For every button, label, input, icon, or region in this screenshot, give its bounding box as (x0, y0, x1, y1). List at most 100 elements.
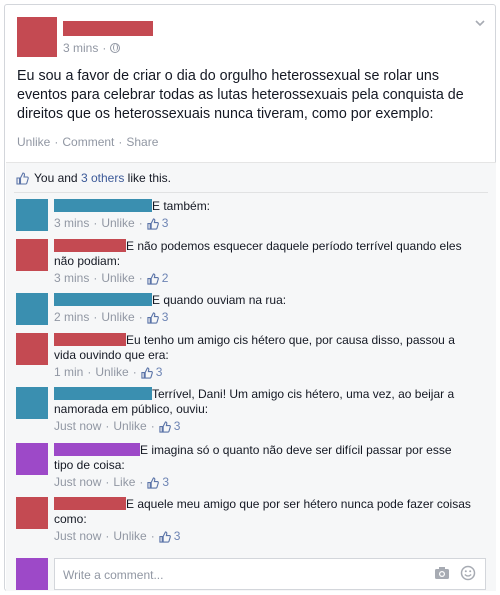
comment-like-count[interactable]: 2 (147, 271, 169, 286)
meta-separator: · (138, 310, 143, 324)
comment-meta: 3 mins · Unlike · 2 (54, 271, 474, 286)
comment-input[interactable]: Write a comment... (54, 558, 486, 590)
thumbs-up-icon (147, 311, 159, 324)
comment-like-count[interactable]: 3 (159, 419, 181, 434)
likes-others-link[interactable]: 3 others (81, 171, 124, 185)
comment-meta: Just now · Unlike · 3 (54, 419, 474, 434)
meta-separator: · (105, 419, 110, 433)
comment-text: E também: (152, 199, 211, 213)
meta-separator: · (87, 365, 92, 379)
comment-body: Eu tenho um amigo cis hétero que, por ca… (54, 333, 474, 380)
smiley-icon[interactable] (460, 565, 476, 581)
comment-like-toggle[interactable]: Unlike (101, 271, 134, 286)
commenter-avatar[interactable] (16, 239, 48, 271)
thumbs-up-icon (147, 476, 160, 489)
comment-body: E também: 3 mins · Unlike · 3 (54, 199, 474, 231)
comment-body: E aquele meu amigo que por ser hétero nu… (54, 497, 474, 544)
comment-timestamp[interactable]: 2 mins (54, 310, 89, 325)
comment-like-toggle[interactable]: Unlike (95, 365, 128, 380)
comments-section: You and 3 others like this. E também: 3 m… (6, 162, 496, 591)
commenter-name-redacted[interactable] (54, 333, 126, 346)
commenter-avatar[interactable] (16, 387, 48, 419)
comment-meta: 1 min · Unlike · 3 (54, 365, 474, 380)
commenter-avatar[interactable] (16, 443, 48, 475)
comment-meta: 2 mins · Unlike · 3 (54, 310, 474, 325)
commenter-avatar[interactable] (16, 199, 48, 231)
likes-text: You and 3 others like this. (34, 171, 171, 185)
comment-timestamp[interactable]: Just now (54, 529, 101, 544)
comment-like-count[interactable]: 3 (147, 216, 168, 231)
comment-text: E quando ouviam na rua: (152, 293, 287, 307)
comment-like-count[interactable]: 3 (147, 310, 169, 325)
thumbs-up-icon (159, 530, 171, 543)
current-user-avatar (16, 558, 48, 590)
action-separator: · (54, 135, 59, 149)
commenter-name-redacted[interactable] (54, 443, 140, 456)
globe-icon[interactable] (110, 43, 121, 53)
like-count-value: 3 (161, 310, 169, 324)
post-header: 3 mins · (17, 17, 487, 59)
meta-separator: · (138, 216, 143, 230)
comment-meta: Just now · Like · 3 (54, 475, 474, 490)
comment-like-count[interactable]: 3 (141, 365, 163, 380)
meta-separator: · (139, 475, 144, 489)
author-name-redacted[interactable] (63, 21, 153, 36)
comment-like-toggle[interactable]: Unlike (113, 529, 146, 544)
divider (14, 192, 488, 193)
like-count-value: 3 (155, 365, 163, 379)
commenter-name-redacted[interactable] (54, 239, 126, 252)
share-link[interactable]: Share (126, 135, 158, 149)
commenter-name-redacted[interactable] (54, 199, 152, 212)
comment-meta: Just now · Unlike · 3 (54, 529, 474, 544)
meta-separator: · (93, 271, 98, 285)
meta-separator: · (138, 271, 143, 285)
reply-box: Write a comment... (16, 558, 486, 590)
post-actions: Unlike · Comment · Share (17, 135, 158, 149)
comment-timestamp[interactable]: 3 mins (54, 271, 89, 286)
likes-prefix: You and (34, 171, 81, 185)
thumbs-up-icon (141, 366, 153, 379)
comment-like-toggle[interactable]: Unlike (101, 216, 134, 231)
comment-link[interactable]: Comment (62, 135, 114, 149)
comment-body: E não podemos esquecer daquele período t… (54, 239, 474, 286)
post-card: 3 mins · Eu sou a favor de criar o dia d… (4, 4, 496, 591)
meta-separator: · (102, 41, 107, 55)
like-count-value: 3 (173, 419, 181, 433)
thumbs-up-icon (159, 420, 171, 433)
meta-separator: · (105, 529, 110, 543)
comment-like-toggle[interactable]: Like (113, 475, 135, 490)
commenter-avatar[interactable] (16, 497, 48, 529)
like-count-value: 2 (161, 271, 169, 285)
commenter-name-redacted[interactable] (54, 497, 126, 510)
comment-timestamp[interactable]: Just now (54, 419, 101, 434)
comment-like-count[interactable]: 3 (159, 529, 181, 544)
commenter-name-redacted[interactable] (54, 293, 152, 306)
commenter-name-redacted[interactable] (54, 387, 152, 400)
likes-suffix: like this. (124, 171, 171, 185)
comment-timestamp[interactable]: 1 min (54, 365, 83, 380)
camera-icon[interactable] (434, 566, 450, 580)
comment-timestamp[interactable]: 3 mins (54, 216, 89, 231)
post-timestamp[interactable]: 3 mins (63, 41, 98, 55)
meta-separator: · (105, 475, 110, 489)
comment-timestamp[interactable]: Just now (54, 475, 101, 490)
like-count-value: 3 (162, 475, 170, 489)
chevron-down-icon[interactable] (473, 17, 487, 31)
action-separator: · (118, 135, 123, 149)
comment-like-toggle[interactable]: Unlike (113, 419, 146, 434)
comment-body: Terrível, Dani! Um amigo cis hétero, uma… (54, 387, 474, 434)
comment-like-count[interactable]: 3 (147, 475, 169, 490)
post-text: Eu sou a favor de criar o dia do orgulho… (17, 68, 464, 122)
author-avatar[interactable] (17, 17, 57, 57)
comment-body: E quando ouviam na rua: 2 mins · Unlike · 3 (54, 293, 474, 325)
commenter-avatar[interactable] (16, 293, 48, 325)
post-meta: 3 mins · (63, 41, 121, 55)
commenter-avatar[interactable] (16, 333, 48, 365)
comment-meta: 3 mins · Unlike · 3 (54, 216, 474, 231)
thumbs-up-icon (147, 217, 159, 230)
comment-like-toggle[interactable]: Unlike (101, 310, 134, 325)
likes-summary: You and 3 others like this. (16, 171, 171, 185)
unlike-link[interactable]: Unlike (17, 135, 50, 149)
like-count-value: 3 (173, 529, 181, 543)
meta-separator: · (150, 419, 155, 433)
